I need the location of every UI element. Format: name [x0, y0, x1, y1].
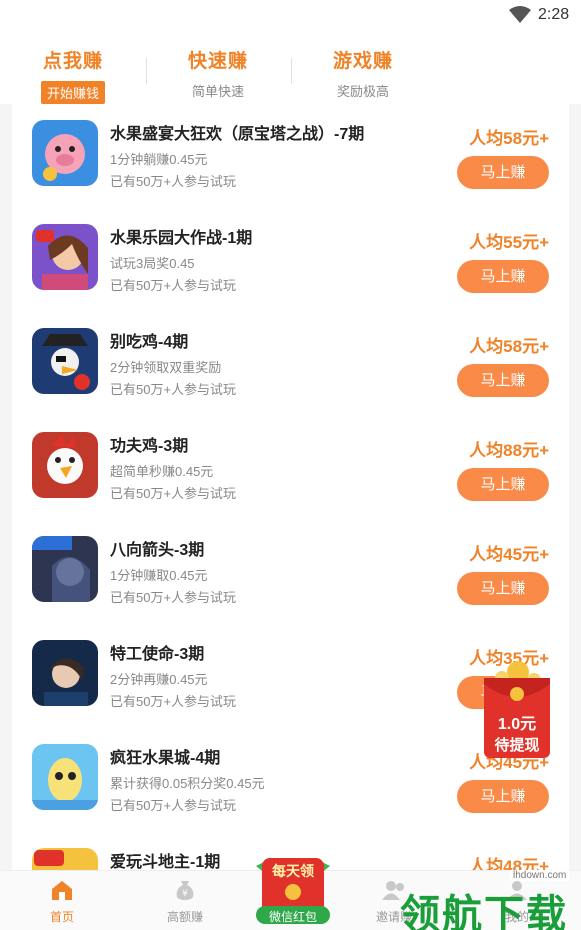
earn-now-button[interactable]: 马上赚 — [457, 780, 549, 813]
watermark-url: lhdown.com — [510, 870, 570, 881]
item-desc: 1分钟躺赚0.45元 — [110, 152, 208, 167]
item-reward: 人均88元+ — [469, 441, 549, 460]
item-reward: 人均45元+ — [469, 545, 549, 564]
tab-title: 点我赚 — [42, 51, 103, 72]
earn-now-button[interactable]: 马上赚 — [457, 156, 549, 189]
earn-now-button[interactable]: 马上赚 — [457, 468, 549, 501]
item-participants: 已有50万+人参与试玩 — [110, 278, 237, 293]
watermark: lhdown.com 领航下载 — [400, 868, 580, 930]
watermark-text: 领航下载 — [400, 893, 568, 930]
item-participants: 已有50万+人参与试玩 — [110, 590, 237, 605]
item-reward: 人均58元+ — [469, 129, 549, 148]
nav-label: 首页 — [49, 910, 74, 924]
game-icon-girl — [32, 224, 98, 290]
tab-click-earn[interactable]: 点我赚 开始赚钱 — [13, 46, 133, 104]
tab-subtitle: 简单快速 — [191, 84, 244, 99]
item-desc: 累计获得0.05积分奖0.45元 — [110, 776, 265, 791]
nav-home[interactable]: 首页 — [22, 879, 102, 925]
tab-subtitle: 开始赚钱 — [40, 81, 105, 104]
game-icon-kungfu-chicken — [32, 432, 98, 498]
item-title: 别吃鸡-4期 — [110, 334, 189, 351]
money-bag-icon: ¥ — [176, 881, 194, 900]
wifi-icon — [509, 6, 531, 23]
status-time: 2:28 — [538, 6, 570, 23]
home-icon — [52, 881, 72, 900]
game-icon-arrow-warrior — [32, 536, 98, 602]
item-participants: 已有50万+人参与试玩 — [110, 694, 237, 709]
divider — [291, 58, 292, 84]
game-icon-agent — [32, 640, 98, 706]
nav-high-earn[interactable]: ¥ 高额赚 — [145, 879, 225, 925]
game-icon-landlord — [32, 848, 98, 870]
redpacket-label: 待提现 — [494, 737, 540, 754]
tab-title: 快速赚 — [187, 51, 248, 72]
item-participants: 已有50万+人参与试玩 — [110, 382, 237, 397]
item-participants: 已有50万+人参与试玩 — [110, 174, 237, 189]
list-item[interactable]: 功夫鸡-3期 超简单秒赚0.45元 已有50万+人参与试玩 人均88元+ 马上赚 — [12, 416, 569, 520]
tab-subtitle: 奖励极高 — [336, 84, 389, 99]
item-title: 水果乐园大作战-1期 — [110, 230, 253, 247]
withdraw-redpacket[interactable]: 1.0元 待提现 — [482, 660, 552, 760]
tab-title: 游戏赚 — [332, 51, 393, 72]
item-title: 功夫鸡-3期 — [110, 438, 189, 455]
redpacket-amount: 1.0元 — [497, 716, 537, 733]
item-title: 八向箭头-3期 — [110, 542, 205, 559]
redpacket-label: 微信红包 — [268, 910, 317, 924]
status-bar: 2:28 — [0, 0, 581, 32]
list-item[interactable]: 别吃鸡-4期 2分钟领取双重奖励 已有50万+人参与试玩 人均58元+ 马上赚 — [12, 312, 569, 416]
redpacket-top-text: 每天领 — [272, 863, 314, 879]
item-reward: 人均55元+ — [469, 233, 549, 252]
item-title: 爱玩斗地主-1期 — [110, 854, 221, 870]
earn-now-button[interactable]: 马上赚 — [457, 260, 549, 293]
nav-label: 高额赚 — [166, 910, 203, 924]
wechat-redpacket-button[interactable]: 每天领 微信红包 — [252, 856, 334, 926]
item-participants: 已有50万+人参与试玩 — [110, 486, 237, 501]
top-tab-bar: 点我赚 开始赚钱 快速赚 简单快速 游戏赚 奖励极高 — [0, 32, 581, 104]
list-item[interactable]: 水果乐园大作战-1期 试玩3局奖0.45 已有50万+人参与试玩 人均55元+ … — [12, 208, 569, 312]
earn-now-button[interactable]: 马上赚 — [457, 364, 549, 397]
tab-quick-earn[interactable]: 快速赚 简单快速 — [158, 46, 278, 100]
game-icon-chicken-pirate — [32, 328, 98, 394]
tab-game-earn[interactable]: 游戏赚 奖励极高 — [303, 46, 423, 100]
earn-now-button[interactable]: 马上赚 — [457, 572, 549, 605]
item-desc: 2分钟领取双重奖励 — [110, 360, 222, 375]
item-title: 水果盛宴大狂欢（原宝塔之战）-7期 — [110, 126, 365, 143]
item-desc: 超简单秒赚0.45元 — [110, 464, 214, 479]
item-desc: 试玩3局奖0.45 — [110, 256, 195, 271]
list-item[interactable]: 八向箭头-3期 1分钟赚取0.45元 已有50万+人参与试玩 人均45元+ 马上… — [12, 520, 569, 624]
item-reward: 人均58元+ — [469, 337, 549, 356]
item-title: 特工使命-3期 — [110, 646, 205, 663]
list-item[interactable]: 水果盛宴大狂欢（原宝塔之战）-7期 1分钟躺赚0.45元 已有50万+人参与试玩… — [12, 104, 569, 208]
item-desc: 2分钟再赚0.45元 — [110, 672, 208, 687]
svg-text:¥: ¥ — [182, 889, 188, 899]
game-icon-pig — [32, 120, 98, 186]
game-icon-fruit-city — [32, 744, 98, 810]
item-desc: 1分钟赚取0.45元 — [110, 568, 208, 583]
divider — [146, 58, 147, 84]
item-participants: 已有50万+人参与试玩 — [110, 798, 237, 813]
item-title: 疯狂水果城-4期 — [110, 750, 221, 767]
